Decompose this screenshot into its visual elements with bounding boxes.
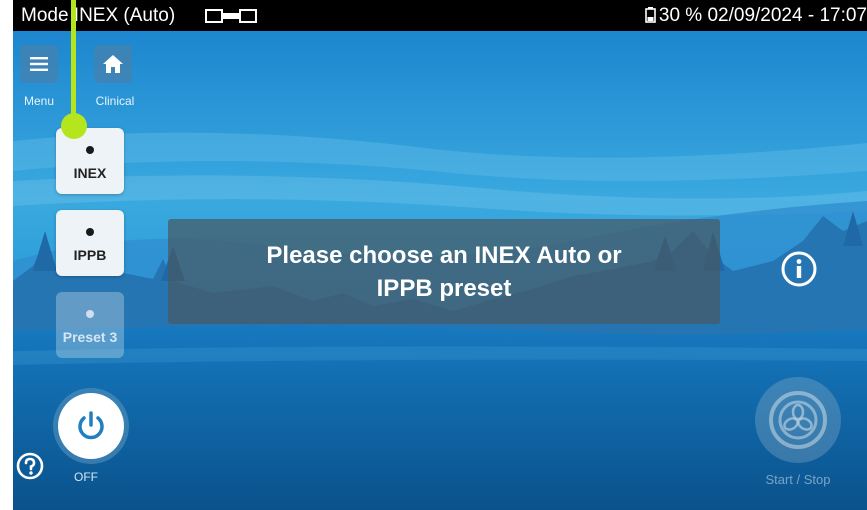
preset-ippb-button[interactable]: IPPB [56, 210, 124, 276]
message-line-2: IPPB preset [376, 274, 512, 302]
preset-indicator-dot [86, 310, 94, 318]
mode-indicator-icon [205, 9, 257, 23]
hamburger-icon [30, 57, 48, 71]
power-icon [78, 411, 104, 440]
power-button[interactable] [58, 393, 124, 459]
message-line-1: Please choose an INEX Auto or [266, 241, 622, 269]
menu-button[interactable] [20, 45, 58, 83]
annotation-pointer-dot [61, 113, 87, 139]
start-stop-label: Start / Stop [765, 472, 831, 487]
preset-prompt-message: Please choose an INEX Auto or IPPB prese… [168, 219, 720, 324]
status-right: 30 % 02/09/2024 - 17:07 [645, 0, 867, 31]
annotation-pointer-line [71, 0, 76, 126]
power-state-label: OFF [74, 470, 98, 484]
preset-indicator-dot [86, 146, 94, 154]
question-icon[interactable] [16, 452, 44, 480]
home-icon [103, 55, 123, 73]
preset-inex-button[interactable]: INEX [56, 128, 124, 194]
start-stop-button[interactable] [755, 377, 841, 463]
clinical-label: Clinical [95, 94, 135, 108]
fan-icon [769, 391, 827, 449]
device-screen: Mode INEX (Auto) 30 % 02/09/2024 - 17:07… [13, 0, 867, 510]
preset-label: Preset 3 [62, 329, 118, 345]
datetime-text: 02/09/2024 - 17:07 [707, 5, 867, 26]
menu-label: Menu [23, 94, 55, 108]
clinical-button[interactable] [94, 45, 132, 83]
info-icon[interactable] [780, 250, 818, 288]
preset-indicator-dot [86, 228, 94, 236]
preset-label: INEX [73, 165, 107, 181]
preset-label: IPPB [73, 247, 107, 263]
status-bar: Mode INEX (Auto) 30 % 02/09/2024 - 17:07 [13, 0, 867, 31]
battery-text: 30 % [658, 5, 703, 26]
battery-icon [645, 7, 656, 23]
preset-3-button[interactable]: Preset 3 [56, 292, 124, 358]
mode-text: Mode INEX (Auto) [21, 5, 176, 26]
